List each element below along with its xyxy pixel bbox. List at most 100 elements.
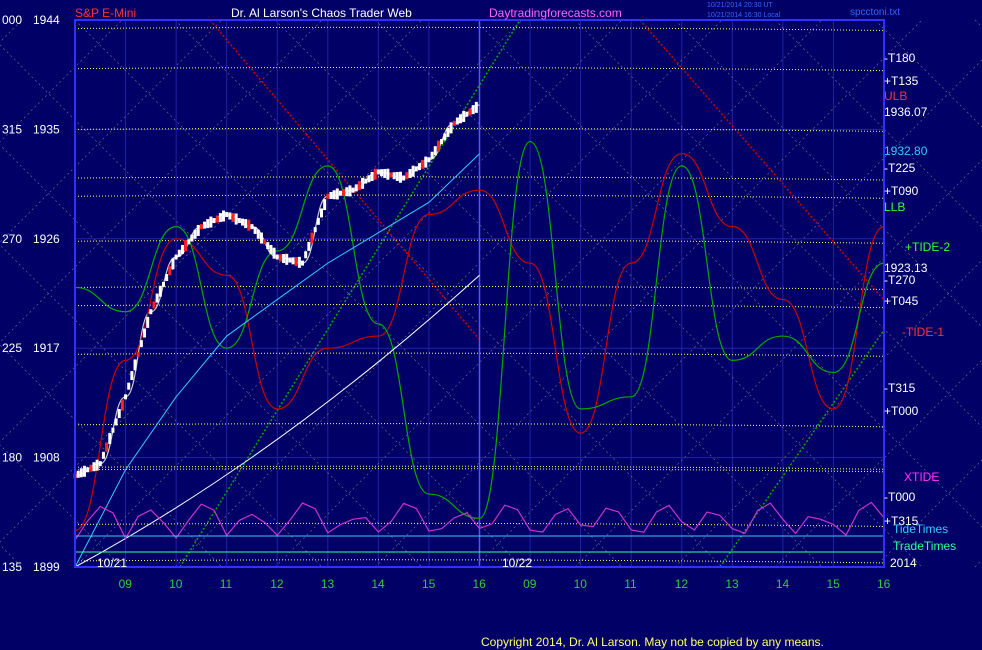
right-label: -T000 xyxy=(884,490,916,504)
price-bar xyxy=(108,433,112,445)
price-bar xyxy=(250,224,254,230)
price-bar xyxy=(86,467,90,473)
price-bar xyxy=(297,256,301,268)
y-tick-price: 1935 xyxy=(33,122,60,136)
x-tick-label: 15 xyxy=(826,577,840,591)
x-tick-label: 14 xyxy=(371,577,385,591)
site-link[interactable]: Daytradingforecasts.com xyxy=(489,6,622,20)
price-bar xyxy=(326,193,330,199)
price-bar xyxy=(89,464,93,472)
price-bar xyxy=(101,451,105,459)
price-bar xyxy=(174,254,178,260)
y-tick-price: 1908 xyxy=(33,451,60,465)
price-bar xyxy=(136,351,140,357)
price-bar xyxy=(240,218,244,226)
timestamp-ut: 10/21/2014 20:30 UT xyxy=(707,2,773,9)
price-bar xyxy=(149,309,153,315)
price-bar xyxy=(263,239,267,245)
price-bar xyxy=(180,244,184,254)
price-bar xyxy=(256,229,260,239)
timestamp-local: 10/21/2014 16:30 Local xyxy=(707,12,781,19)
right-label: ULB xyxy=(884,89,907,103)
y-tick-price: 1944 xyxy=(33,13,60,27)
price-bar xyxy=(105,442,109,452)
price-bar xyxy=(329,191,333,199)
price-bar xyxy=(455,117,459,125)
price-bar xyxy=(193,229,197,239)
price-bar xyxy=(313,227,317,233)
price-bar xyxy=(92,462,96,472)
x-tick-label: 16 xyxy=(877,577,891,591)
price-bar xyxy=(196,224,200,236)
price-bar xyxy=(234,213,238,225)
x-tick-label: 12 xyxy=(675,577,689,591)
price-bar xyxy=(117,409,121,419)
price-bar xyxy=(373,168,377,180)
price-bar xyxy=(310,232,314,244)
price-bar xyxy=(114,418,118,426)
price-bar xyxy=(332,190,336,200)
right-label: 1932.80 xyxy=(884,144,928,158)
right-label: -T315 xyxy=(884,381,916,395)
price-bar xyxy=(253,226,257,234)
x-tick-label: 16 xyxy=(473,577,487,591)
price-bar xyxy=(275,254,279,260)
x-tick-label: 11 xyxy=(220,577,233,591)
price-bar xyxy=(304,251,308,259)
right-label: LLB xyxy=(884,200,905,214)
price-bar xyxy=(414,166,418,172)
right-label: +T090 xyxy=(884,184,919,198)
price-bar xyxy=(361,177,365,189)
price-bar xyxy=(405,172,409,180)
price-bar xyxy=(465,111,469,117)
price-bar xyxy=(212,218,216,224)
price-bar xyxy=(468,108,472,116)
price-bar xyxy=(98,461,102,467)
price-bar xyxy=(380,169,384,177)
price-bar xyxy=(231,213,235,223)
price-bar xyxy=(82,465,86,477)
copyright: Copyright 2014, Dr. Al Larson. May not b… xyxy=(481,635,824,649)
price-bar xyxy=(357,181,361,191)
price-bar xyxy=(402,175,406,181)
price-bar xyxy=(222,210,226,222)
price-bar xyxy=(348,185,352,197)
x-tick-label: 13 xyxy=(321,577,335,591)
price-bar xyxy=(367,175,371,183)
price-bar xyxy=(203,221,207,229)
date-label: 10/21 xyxy=(97,556,127,570)
price-bar xyxy=(278,254,282,262)
price-bar xyxy=(139,340,143,348)
price-bar xyxy=(345,187,349,197)
y-tick-left: 135 xyxy=(2,560,22,574)
price-bar xyxy=(143,328,147,338)
price-bar xyxy=(408,168,412,178)
price-bar xyxy=(79,468,83,478)
price-bar xyxy=(398,171,402,183)
y-tick-left: 000 xyxy=(2,13,22,27)
price-bar xyxy=(285,253,289,265)
price-bar xyxy=(338,190,342,196)
price-bar xyxy=(449,122,453,134)
x-tick-label: 14 xyxy=(776,577,790,591)
price-bar xyxy=(190,234,194,242)
x-tick-label: 10 xyxy=(574,577,588,591)
price-bar xyxy=(316,217,320,225)
price-bar xyxy=(206,219,210,229)
price-bar xyxy=(152,301,156,309)
price-bar xyxy=(247,219,251,231)
price-bar xyxy=(386,168,390,180)
y-tick-left: 180 xyxy=(2,451,22,465)
price-bar xyxy=(411,165,415,177)
price-bar xyxy=(288,257,292,263)
price-bar xyxy=(395,172,399,182)
price-bar xyxy=(383,168,387,178)
right-label: +T135 xyxy=(884,74,919,88)
price-bar xyxy=(199,224,203,230)
price-bar xyxy=(364,178,368,184)
price-bar xyxy=(436,140,440,152)
price-bar xyxy=(301,260,305,266)
price-bar xyxy=(459,114,463,124)
price-bar xyxy=(168,266,172,276)
right-label: TideTimes xyxy=(893,522,948,536)
